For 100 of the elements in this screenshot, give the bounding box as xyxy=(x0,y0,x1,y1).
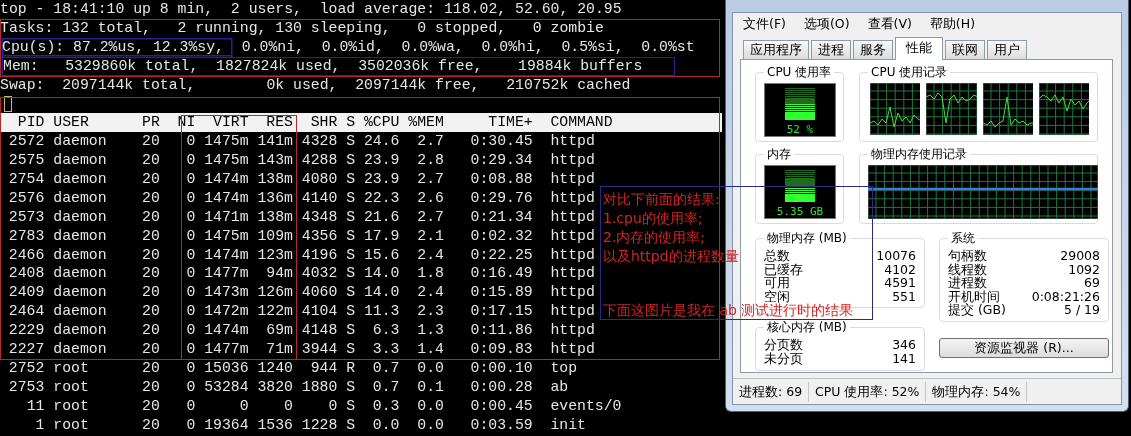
table-cell-text: 0:16.49 xyxy=(469,264,533,284)
table-cell-text: 14.0 xyxy=(362,264,400,284)
table-cell-text: 2752 xyxy=(7,358,45,378)
tab[interactable]: 进程 xyxy=(811,40,851,59)
table-cell-text: 94m xyxy=(265,264,293,284)
table-cell-text: 20 xyxy=(141,188,160,208)
table-cell-text: 20 xyxy=(141,264,160,284)
table-cell-text: 17.9 xyxy=(362,226,400,246)
table-cell-text: 2753 xyxy=(7,377,45,397)
table-cell-text: 3820 xyxy=(256,377,293,397)
table-cell-text: 0.7 xyxy=(371,358,400,378)
table-cell-text: 6.3 xyxy=(371,321,400,341)
table-cell-text: 1472m xyxy=(203,302,249,322)
menu-item[interactable]: 查看(V) xyxy=(865,14,914,34)
table-cell-text: daemon xyxy=(53,226,108,246)
table-cell-text: 2227 xyxy=(7,340,45,359)
table-cell-text: 20 xyxy=(141,207,160,227)
stat-value: 69 xyxy=(1084,276,1100,290)
table-cell-text: 4196 xyxy=(300,245,338,265)
table-cell-text: 4288 xyxy=(300,151,338,171)
table-cell-text: 1474m xyxy=(203,188,249,208)
resource-monitor-button[interactable]: 资源监视器 (R)... xyxy=(939,337,1109,358)
table-cell-text: 0 xyxy=(185,245,196,265)
tab[interactable]: 性能 xyxy=(895,37,943,60)
table-cell-text: daemon xyxy=(53,151,108,171)
table-cell-text: 0 xyxy=(185,207,196,227)
table-cell-text: 0:03.59 xyxy=(469,415,533,435)
table-cell-text: 138m xyxy=(256,170,293,189)
table-cell-text: 1475m xyxy=(203,226,249,246)
table-cell-text: 0 xyxy=(185,396,196,416)
table-cell-text: 944 xyxy=(309,358,338,378)
table-cell-text: 2783 xyxy=(7,226,45,246)
table-cell-text: 20 xyxy=(141,415,160,435)
table-cell-text: daemon xyxy=(53,302,108,322)
meter-reading: 52 % xyxy=(786,123,814,136)
table-cell-text: S xyxy=(345,321,356,341)
table-cell-text: 141m xyxy=(256,132,293,152)
table-cell-text: 4104 xyxy=(300,302,338,322)
table-cell-text: 0:21.34 xyxy=(469,207,533,227)
table-cell: httpd xyxy=(550,151,595,171)
menu-item[interactable]: 选项(O) xyxy=(801,14,852,34)
table-cell-text: 20 xyxy=(141,245,160,265)
table-cell: httpd xyxy=(550,340,595,359)
table-cell-text: 4328 xyxy=(300,132,338,152)
menu-item[interactable]: 文件(F) xyxy=(741,14,788,34)
table-cell-text: 11.3 xyxy=(362,302,400,322)
cpu-history-graph xyxy=(926,83,977,135)
table-cell: httpd xyxy=(550,188,595,208)
table-cell-text: root xyxy=(53,377,90,397)
stat-value: 1092 xyxy=(1068,262,1100,277)
table-cell: httpd xyxy=(550,302,595,322)
table-cell-text: 1474m xyxy=(203,170,249,189)
table-cell-text: 53284 xyxy=(203,377,249,397)
stat-label: 开机时间 xyxy=(948,289,1000,304)
table-cell-text: 0:00.28 xyxy=(469,377,533,397)
table-cell-text: daemon xyxy=(53,264,108,284)
table-cell-text: 1474m xyxy=(203,245,249,265)
table-cell-text: 1477m xyxy=(203,264,249,284)
table-cell-text: 0 xyxy=(185,170,196,189)
column-header: RES xyxy=(265,113,293,133)
table-cell-text: 126m xyxy=(256,283,293,303)
table-cell-text: 0.3 xyxy=(371,396,400,416)
tab[interactable]: 联网 xyxy=(945,40,985,59)
table-cell-text: 23.9 xyxy=(362,170,400,189)
table-cell-text: 1474m xyxy=(203,321,249,341)
cpu-history-graph xyxy=(870,83,921,135)
group-title: 系统 xyxy=(950,232,976,245)
table-cell-text: 0.7 xyxy=(371,377,400,397)
table-cell-text: 2464 xyxy=(7,302,45,322)
table-cell-text: 1477m xyxy=(203,340,249,359)
table-cell-text: 20 xyxy=(141,226,160,246)
table-cell-text: daemon xyxy=(53,170,108,189)
table-cell-text: daemon xyxy=(53,188,108,208)
table-cell-text: S xyxy=(345,396,356,416)
table-cell-text: S xyxy=(345,264,356,284)
stat-value: 346 xyxy=(892,338,916,352)
table-cell-text: daemon xyxy=(53,340,108,359)
table-cell-text: 20 xyxy=(141,283,160,303)
table-cell-text: 0:15.89 xyxy=(469,283,533,303)
table-cell-text: 14.0 xyxy=(362,283,400,303)
table-cell-text: daemon xyxy=(53,245,108,265)
table-cell-text: S xyxy=(345,151,356,171)
table-cell-text: daemon xyxy=(53,283,108,303)
table-cell-text: 0 xyxy=(185,132,196,152)
table-cell-text: S xyxy=(345,340,356,359)
table-cell-text: 4140 xyxy=(300,188,338,208)
menu-item[interactable]: 帮助(H) xyxy=(927,14,977,34)
tab[interactable]: 应用程序 xyxy=(743,40,809,59)
table-cell: httpd xyxy=(550,226,595,246)
table-cell-text: 2573 xyxy=(7,207,45,227)
table-cell-text: 2.4 xyxy=(416,283,444,303)
column-header: SHR xyxy=(309,113,338,133)
table-cell-text: S xyxy=(345,245,356,265)
table-cell: ab xyxy=(550,377,569,397)
table-cell-text: 1880 xyxy=(300,377,338,397)
table-cell-text: 1.4 xyxy=(416,340,444,359)
table-cell-text: 20 xyxy=(141,396,160,416)
table-cell-text: 0.0 xyxy=(416,415,444,435)
tab[interactable]: 用户 xyxy=(987,40,1027,59)
tab[interactable]: 服务 xyxy=(853,40,893,59)
